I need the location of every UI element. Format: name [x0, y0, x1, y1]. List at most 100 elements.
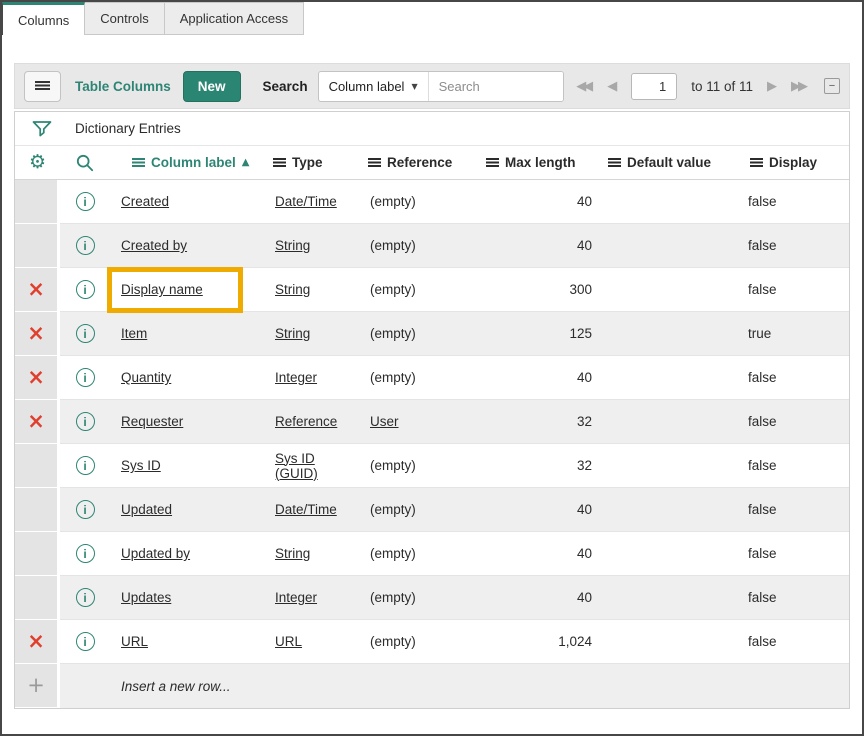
info-icon[interactable]: i — [76, 456, 95, 475]
default-value-cell — [600, 488, 742, 532]
header-default-value[interactable]: Default value — [600, 155, 742, 170]
max-length-cell: 40 — [478, 224, 600, 268]
search-input[interactable] — [429, 72, 563, 101]
display-cell: false — [742, 620, 849, 664]
reference-link[interactable]: (empty) — [370, 194, 416, 209]
column-label-cell: Display name — [110, 268, 265, 312]
type-link[interactable]: Date/Time — [275, 502, 337, 517]
filter-funnel-icon[interactable] — [31, 118, 53, 140]
column-label-link[interactable]: Updated by — [121, 546, 190, 561]
collapse-list-button[interactable]: − — [824, 78, 840, 94]
reference-cell: (empty) — [360, 356, 478, 400]
column-label-link[interactable]: Created by — [121, 238, 187, 253]
reference-link[interactable]: (empty) — [370, 370, 416, 385]
info-icon[interactable]: i — [76, 368, 95, 387]
type-link[interactable]: Sys ID (GUID) — [275, 451, 360, 481]
reference-link[interactable]: (empty) — [370, 238, 416, 253]
type-link[interactable]: URL — [275, 634, 302, 649]
reference-link[interactable]: (empty) — [370, 458, 416, 473]
column-label-link[interactable]: Display name — [121, 282, 203, 297]
info-icon[interactable]: i — [76, 236, 95, 255]
delete-cell: × — [15, 400, 60, 444]
column-label-link[interactable]: Item — [121, 326, 147, 341]
columns-list: Dictionary Entries ⚙ Column label ▲ — [14, 111, 850, 709]
reference-link[interactable]: User — [370, 414, 399, 429]
column-label-link[interactable]: Created — [121, 194, 169, 209]
reference-cell: (empty) — [360, 444, 478, 488]
previous-page-button[interactable]: ◀ — [607, 79, 617, 94]
insert-row-cell[interactable]: Insert a new row... — [110, 664, 849, 708]
info-icon[interactable]: i — [76, 544, 95, 563]
info-icon[interactable]: i — [76, 588, 95, 607]
info-icon[interactable]: i — [76, 280, 95, 299]
type-link[interactable]: Integer — [275, 590, 317, 605]
page-number-input[interactable] — [631, 73, 677, 100]
delete-cell: × — [15, 312, 60, 356]
type-link[interactable]: Reference — [275, 414, 337, 429]
new-button[interactable]: New — [183, 71, 241, 102]
reference-link[interactable]: (empty) — [370, 634, 416, 649]
search-icon[interactable] — [75, 153, 95, 173]
info-cell: i — [60, 180, 110, 224]
header-type[interactable]: Type — [265, 155, 360, 170]
column-label-link[interactable]: URL — [121, 634, 148, 649]
delete-cell: × — [15, 444, 60, 488]
column-label-link[interactable]: Requester — [121, 414, 183, 429]
delete-row-button[interactable]: × — [27, 411, 45, 432]
info-icon[interactable]: i — [76, 412, 95, 431]
insert-row[interactable]: + Insert a new row... — [15, 664, 849, 708]
column-label-link[interactable]: Updated — [121, 502, 172, 517]
reference-link[interactable]: (empty) — [370, 282, 416, 297]
last-page-button[interactable]: ▶▶ — [791, 79, 808, 94]
max-length-cell: 40 — [478, 180, 600, 224]
column-label-link[interactable]: Sys ID — [121, 458, 161, 473]
reference-link[interactable]: (empty) — [370, 546, 416, 561]
type-link[interactable]: Integer — [275, 370, 317, 385]
first-page-button[interactable]: ◀◀ — [576, 79, 593, 94]
gear-icon[interactable]: ⚙ — [29, 153, 46, 172]
tab-controls-label: Controls — [100, 11, 148, 26]
tab-application-access[interactable]: Application Access — [165, 2, 304, 35]
header-max-length[interactable]: Max length — [478, 155, 600, 170]
type-link[interactable]: String — [275, 282, 310, 297]
type-link[interactable]: String — [275, 326, 310, 341]
table-row: × i URL URL (empty) 1,024 false — [15, 620, 849, 664]
display-cell: false — [742, 400, 849, 444]
default-value-cell — [600, 444, 742, 488]
column-label-cell: URL — [110, 620, 265, 664]
search-field-select[interactable]: Column label ▼ — [319, 72, 429, 101]
type-link[interactable]: Date/Time — [275, 194, 337, 209]
default-value-cell — [600, 268, 742, 312]
type-link[interactable]: String — [275, 546, 310, 561]
info-cell: i — [60, 268, 110, 312]
info-icon[interactable]: i — [76, 500, 95, 519]
list-context-menu-button[interactable] — [24, 71, 61, 102]
info-icon[interactable]: i — [76, 632, 95, 651]
column-label-link[interactable]: Updates — [121, 590, 171, 605]
delete-row-button[interactable]: × — [27, 631, 45, 652]
type-cell: Integer — [265, 356, 360, 400]
info-icon[interactable]: i — [76, 192, 95, 211]
reference-cell: (empty) — [360, 312, 478, 356]
max-length-cell: 1,024 — [478, 620, 600, 664]
personalize-list-cell: ⚙ — [15, 153, 60, 172]
tab-columns[interactable]: Columns — [2, 2, 85, 35]
reference-link[interactable]: (empty) — [370, 326, 416, 341]
column-label-link[interactable]: Quantity — [121, 370, 171, 385]
reference-link[interactable]: (empty) — [370, 502, 416, 517]
list-title-link[interactable]: Table Columns — [75, 79, 171, 94]
info-icon[interactable]: i — [76, 324, 95, 343]
header-reference[interactable]: Reference — [360, 155, 478, 170]
info-cell: i — [60, 224, 110, 268]
table-header-row: ⚙ Column label ▲ Type — [15, 146, 849, 180]
tab-controls[interactable]: Controls — [85, 2, 164, 35]
next-page-button[interactable]: ▶ — [767, 79, 777, 94]
delete-row-button[interactable]: × — [27, 279, 45, 300]
type-link[interactable]: String — [275, 238, 310, 253]
type-cell: Date/Time — [265, 180, 360, 224]
delete-row-button[interactable]: × — [27, 367, 45, 388]
reference-link[interactable]: (empty) — [370, 590, 416, 605]
header-column-label[interactable]: Column label ▲ — [110, 155, 265, 170]
header-display[interactable]: Display — [742, 155, 849, 170]
delete-row-button[interactable]: × — [27, 323, 45, 344]
